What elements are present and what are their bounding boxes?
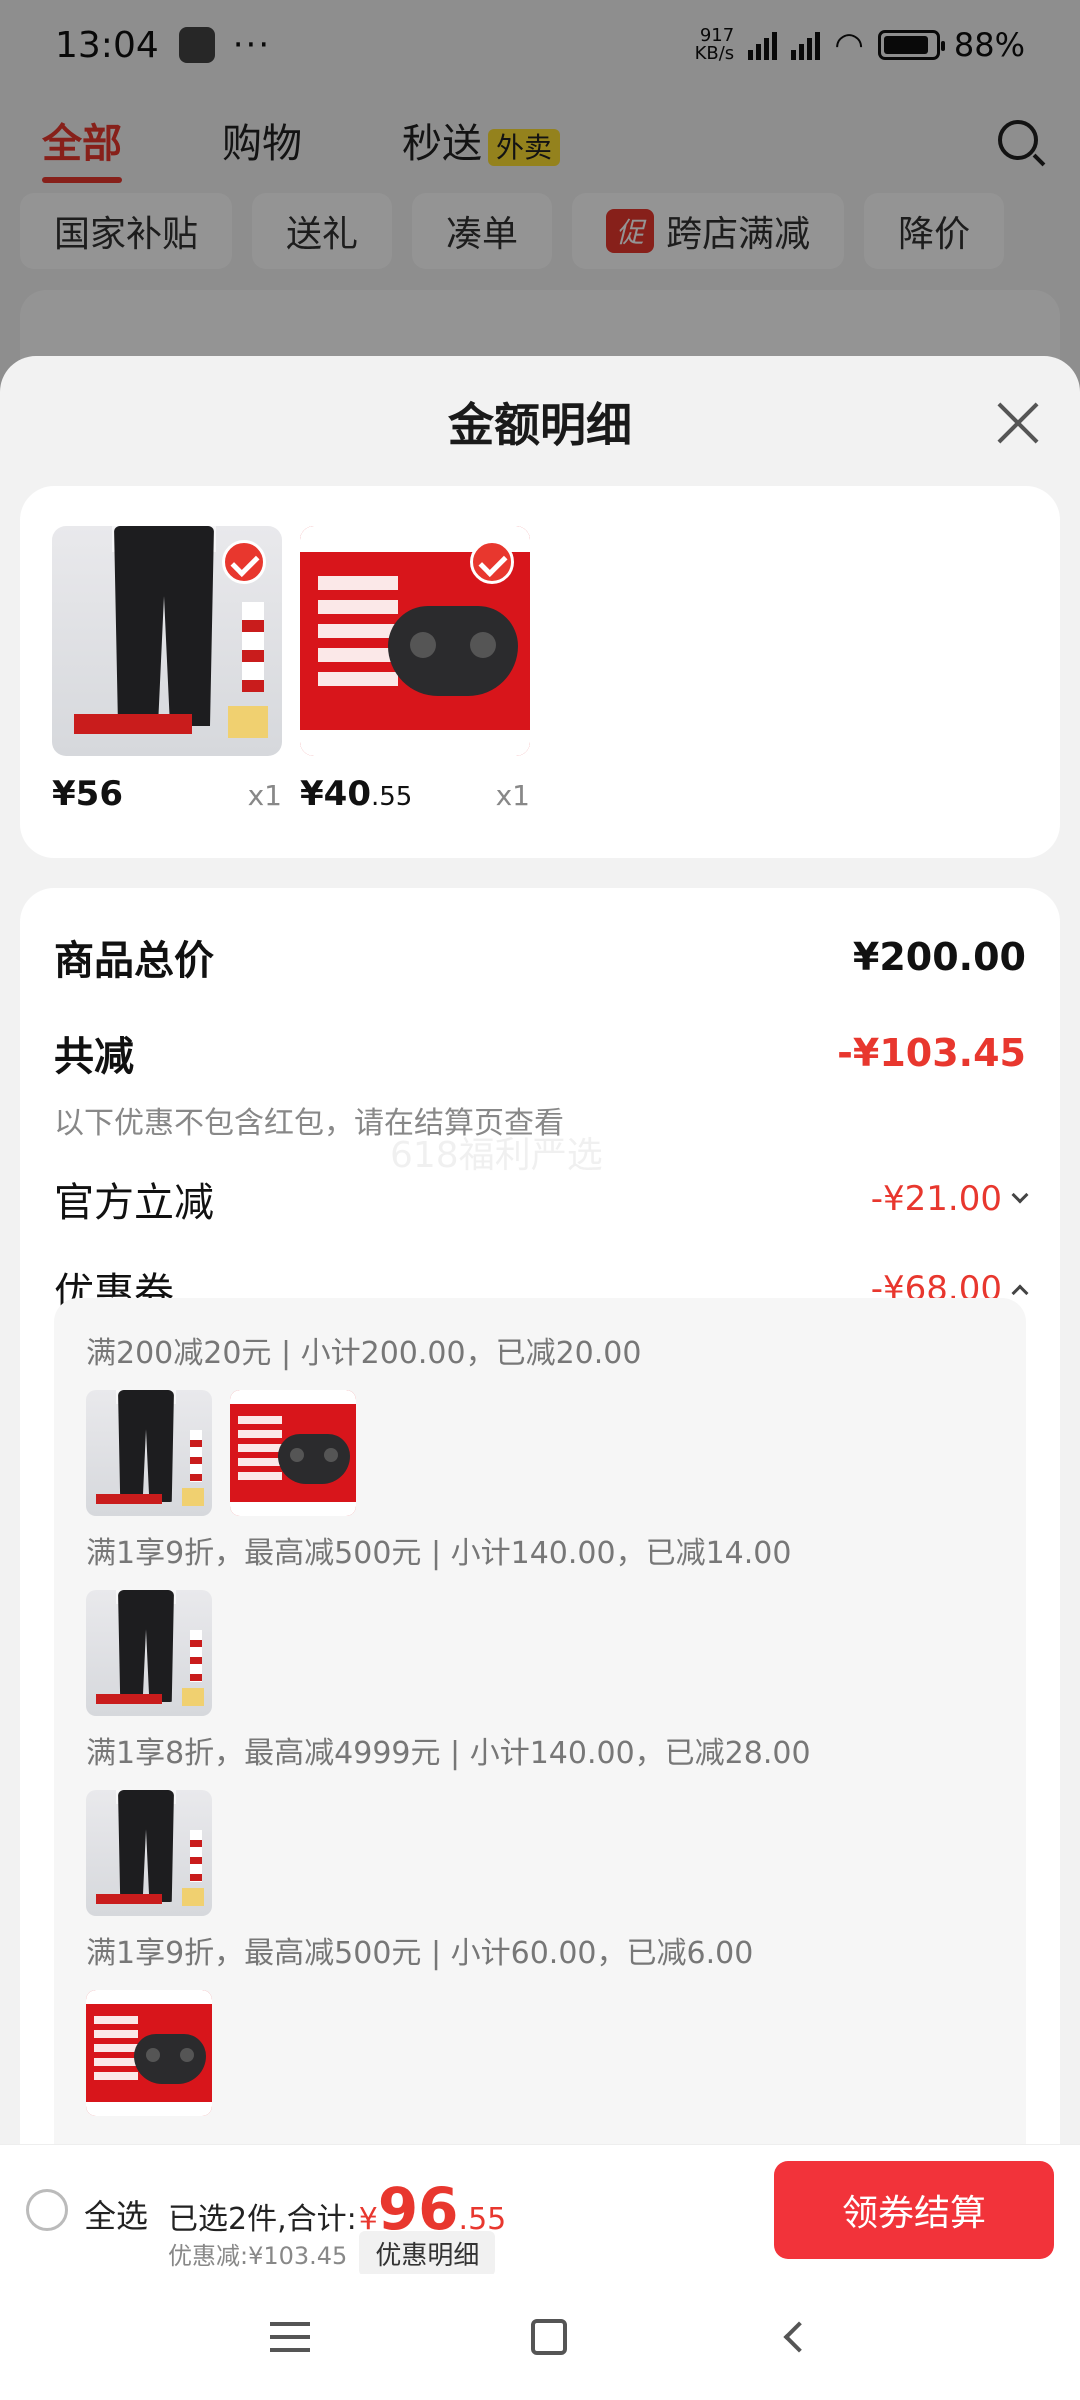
total-price-label: 商品总价 (54, 938, 214, 984)
selected-items-card: ¥56 x1 ¥40.55 x1 (20, 486, 1060, 858)
product-price: ¥40.55 (300, 774, 413, 814)
close-icon[interactable] (996, 400, 1040, 444)
pants-thumbnail (86, 1790, 212, 1916)
home-icon[interactable] (530, 2319, 567, 2355)
product-qty: x1 (247, 779, 282, 812)
select-all-label[interactable]: 全选 (84, 2191, 148, 2237)
checkout-button[interactable]: 领券结算 (774, 2161, 1054, 2259)
coupon-line: 满1享9折，最高减500元 | 小计140.00，已减14.00 (86, 1536, 792, 1571)
official-discount-label: 官方立减 (54, 1180, 214, 1226)
pants-thumbnail (86, 1590, 212, 1716)
product-qty: x1 (495, 779, 530, 812)
sheet-header: 金额明细 (0, 356, 1080, 488)
system-nav-bar (0, 2274, 1080, 2400)
discount-detail-button[interactable]: 优惠明细 (359, 2231, 496, 2276)
checked-icon[interactable] (470, 540, 514, 584)
controller-thumbnail (86, 1990, 212, 2116)
sheet-title: 金额明细 (448, 398, 632, 452)
product-price: ¥56 (52, 774, 123, 814)
saving-row: 优惠减:¥103.45 优惠明细 (168, 2231, 496, 2276)
controller-product-image (300, 526, 530, 756)
recent-apps-icon[interactable] (270, 2322, 311, 2352)
coupon-line: 满1享8折，最高减4999元 | 小计140.00，已减28.00 (86, 1736, 811, 1771)
amount-detail-sheet: 金额明细 ¥56 x1 ¥40.55 x1 商品总价 ¥200.00 共减 -¥… (0, 356, 1080, 2400)
pants-thumbnail (86, 1390, 212, 1516)
saving-text: 优惠减:¥103.45 (168, 2242, 348, 2270)
product-item[interactable]: ¥40.55 x1 (300, 526, 530, 814)
total-price-row: 商品总价 ¥200.00 (54, 928, 1026, 986)
total-reduce-value: -¥103.45 (837, 1031, 1026, 1075)
pants-product-image (52, 526, 282, 756)
checkout-bar: 全选 已选2件,合计: ¥ 96 .55 优惠减:¥103.45 优惠明细 领券… (0, 2144, 1080, 2276)
select-all-radio[interactable] (26, 2189, 68, 2231)
chevron-down-icon (1011, 1186, 1029, 1204)
total-reduce-row: 共减 -¥103.45 (54, 1024, 1026, 1082)
checked-icon[interactable] (222, 540, 266, 584)
official-discount-row[interactable]: 官方立减 -¥21.00 (54, 1170, 1029, 1228)
total-reduce-label: 共减 (54, 1034, 134, 1080)
controller-thumbnail (230, 1390, 356, 1516)
official-discount-value: -¥21.00 (870, 1179, 1002, 1219)
back-icon[interactable] (783, 2321, 815, 2353)
coupon-line: 满200减20元 | 小计200.00，已减20.00 (86, 1336, 642, 1371)
chevron-up-icon (1011, 1284, 1029, 1302)
total-price-value: ¥200.00 (852, 935, 1026, 979)
coupon-line: 满1享9折，最高减500元 | 小计60.00，已减6.00 (86, 1936, 754, 1971)
product-item[interactable]: ¥56 x1 (52, 526, 282, 814)
